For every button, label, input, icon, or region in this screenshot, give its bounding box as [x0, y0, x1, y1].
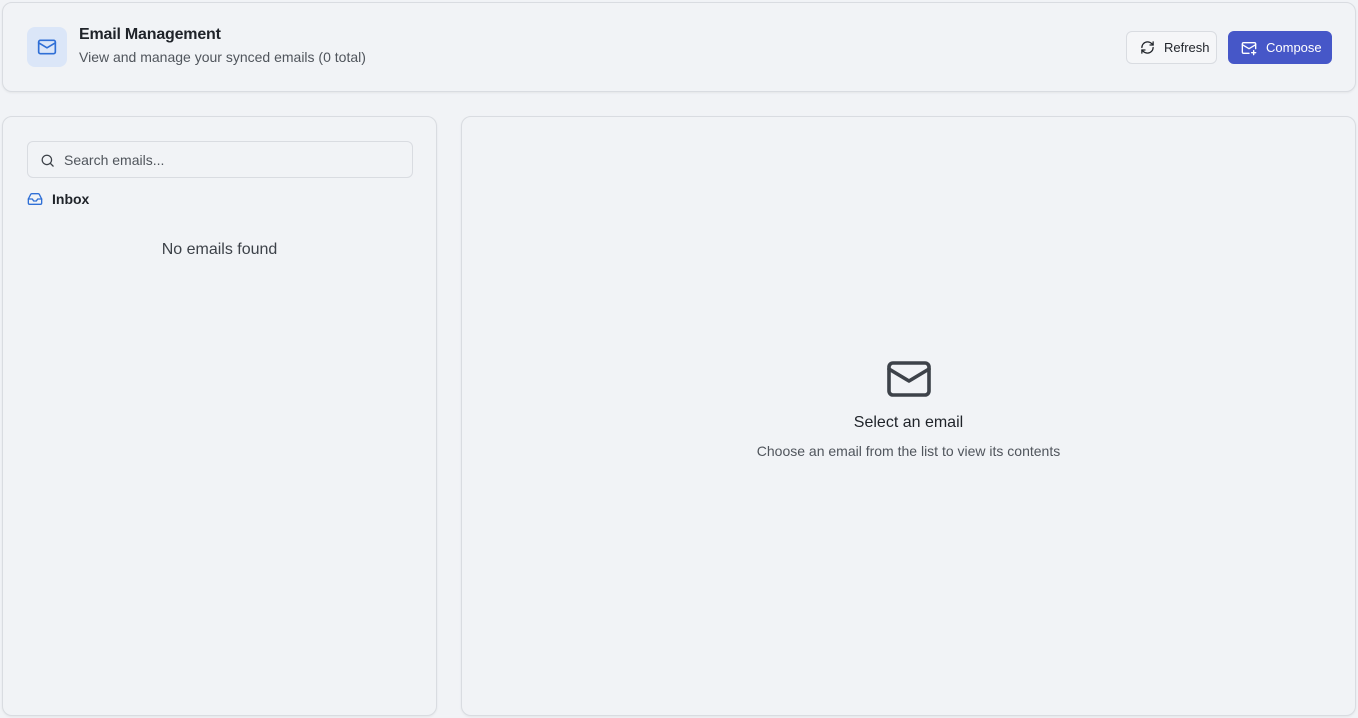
inbox-icon [27, 193, 43, 205]
search-icon [41, 154, 54, 167]
refresh-button[interactable]: Refresh [1126, 31, 1217, 64]
envelope-icon [886, 361, 931, 397]
refresh-icon [1141, 41, 1154, 54]
search-box [27, 141, 413, 178]
page-title: Email Management [79, 26, 221, 43]
page-header: Email Management View and manage your sy… [2, 2, 1356, 92]
compose-button[interactable]: Compose [1228, 31, 1332, 64]
empty-list-message: No emails found [161, 241, 278, 258]
email-viewer-panel: Select an email Choose an email from the… [461, 116, 1356, 716]
mail-icon [27, 27, 67, 67]
compose-mail-icon [1241, 41, 1257, 55]
email-list-panel: Inbox No emails found [2, 116, 437, 716]
page-subtitle: View and manage your synced emails (0 to… [79, 49, 366, 65]
search-input[interactable] [64, 143, 404, 176]
empty-state-title: Select an email [853, 414, 964, 431]
empty-state-description: Choose an email from the list to view it… [756, 443, 1061, 459]
folder-label: Inbox [52, 191, 90, 207]
compose-button-label: Compose [1266, 40, 1322, 55]
empty-state: Select an email Choose an email from the… [462, 355, 1355, 459]
folder-item-inbox[interactable]: Inbox [27, 191, 89, 207]
refresh-button-label: Refresh [1164, 40, 1210, 55]
